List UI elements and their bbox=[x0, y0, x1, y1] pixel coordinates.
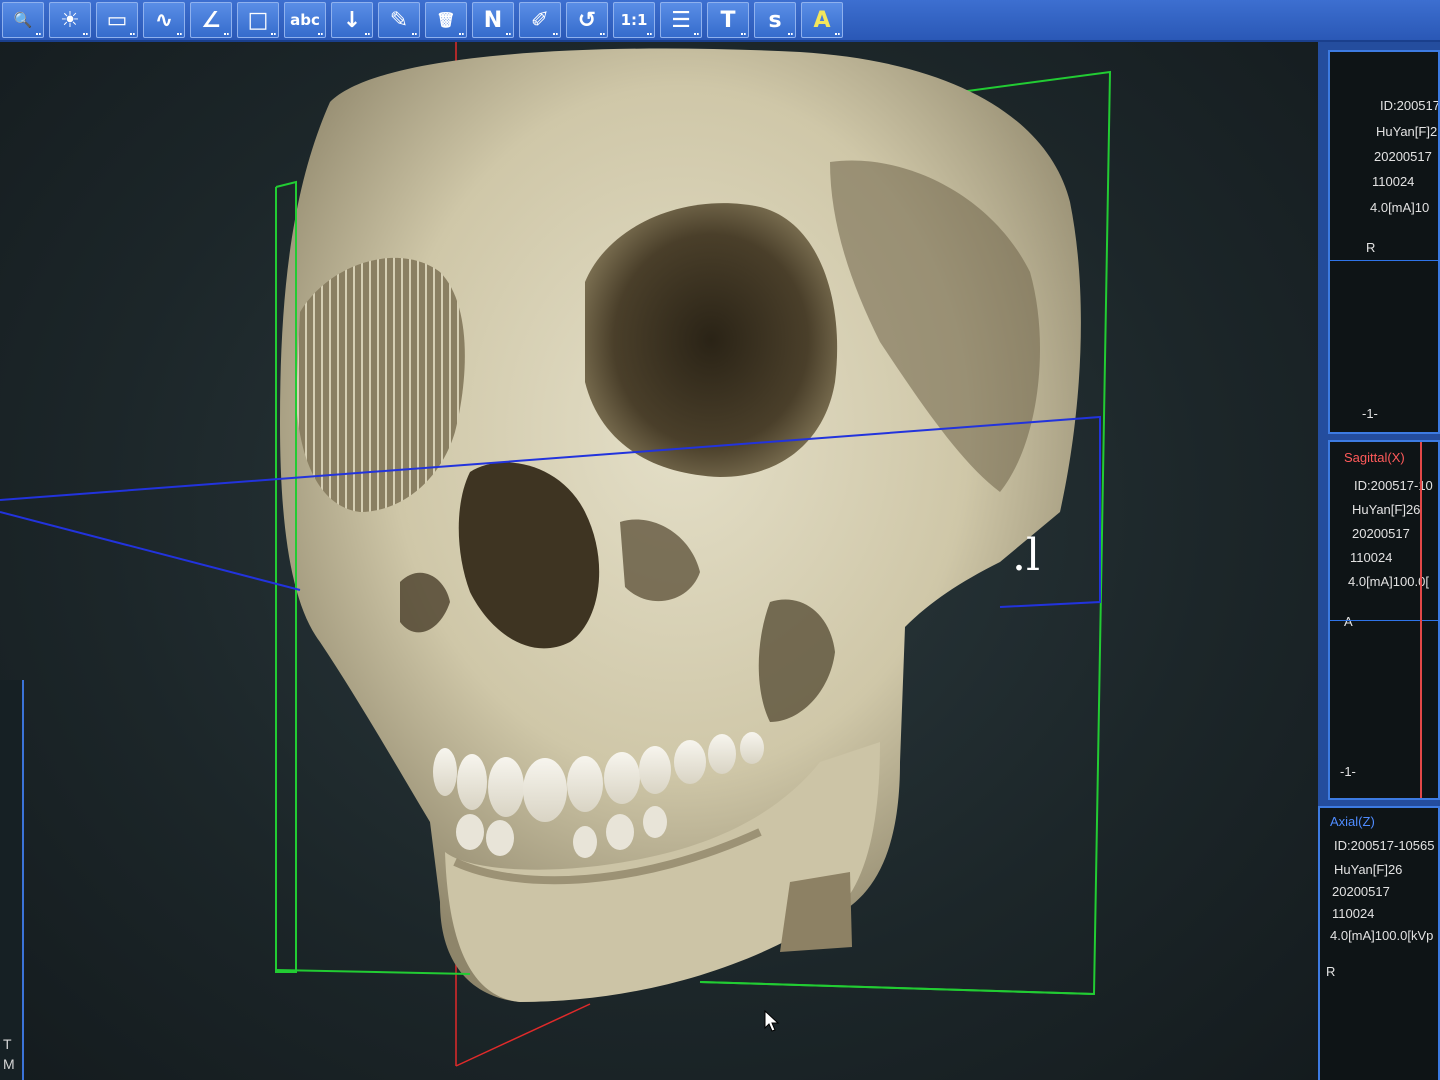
sagittal-date: 20200517 bbox=[1352, 526, 1410, 541]
pencil-tool-button[interactable]: ✎ bbox=[378, 2, 420, 38]
axial-view[interactable]: Axial(Z) ID:200517-10565 HuYan[F]26 2020… bbox=[1318, 806, 1440, 1080]
toolbar: 🔍 ☀ ▭ ∿ ∠ □ abc ↓ ✎ 🗑 N ✐ ↺ 1:1 ☰ Ts A bbox=[0, 0, 1440, 42]
s-tool-tool-button[interactable]: s bbox=[754, 2, 796, 38]
coronal-id: ID:200517 bbox=[1380, 98, 1440, 113]
sagittal-patient: HuYan[F]26 bbox=[1352, 502, 1421, 517]
sagittal-plane-edge bbox=[455, 1003, 591, 1067]
arrow-icon: ↓ bbox=[342, 7, 362, 33]
sagittal-view[interactable]: Sagittal(X) ID:200517-10 HuYan[F]26 2020… bbox=[1328, 440, 1440, 800]
coronal-time: 110024 bbox=[1372, 174, 1415, 189]
report-icon: ☰ bbox=[671, 7, 691, 33]
rectangle-tool-button[interactable]: □ bbox=[237, 2, 279, 38]
coronal-view[interactable]: ID:200517 HuYan[F]2 20200517 110024 4.0[… bbox=[1328, 50, 1440, 434]
coronal-exposure: 4.0[mA]10 bbox=[1370, 200, 1430, 215]
annotation-tool-button[interactable]: A bbox=[801, 2, 843, 38]
pen-tool-button[interactable]: ✐ bbox=[519, 2, 561, 38]
actual-size-tool-button[interactable]: 1:1 bbox=[613, 2, 655, 38]
text-label-icon: abc bbox=[290, 11, 320, 29]
pen-icon: ✐ bbox=[530, 7, 550, 33]
sagittal-exposure: 4.0[mA]100.0[ bbox=[1348, 574, 1429, 589]
left-strip-label-t: T bbox=[3, 1036, 12, 1052]
axial-id: ID:200517-10565 bbox=[1334, 838, 1435, 853]
text-label-tool-button[interactable]: abc bbox=[284, 2, 326, 38]
angle-icon: ∠ bbox=[201, 7, 221, 33]
annotation-icon: A bbox=[813, 7, 831, 33]
3d-volume-viewport[interactable]: .l bbox=[0, 42, 1318, 1080]
s-tool-icon: s bbox=[768, 7, 782, 33]
zoom-icon: 🔍 bbox=[13, 11, 33, 29]
side-views-panel: ID:200517 HuYan[F]2 20200517 110024 4.0[… bbox=[1318, 42, 1440, 1080]
vertebra bbox=[780, 872, 852, 952]
axial-patient: HuYan[F]26 bbox=[1334, 862, 1403, 877]
undo-icon: ↺ bbox=[577, 7, 597, 33]
curve-icon: ∿ bbox=[154, 7, 174, 33]
sagittal-time: 110024 bbox=[1350, 550, 1393, 565]
axial-time: 110024 bbox=[1332, 906, 1375, 921]
text-icon: T bbox=[720, 7, 736, 33]
brightness-icon: ☀ bbox=[60, 7, 80, 33]
zoom-tool-button[interactable]: 🔍 bbox=[2, 2, 44, 38]
ruler-tool-button[interactable]: ▭ bbox=[96, 2, 138, 38]
angle-tool-button[interactable]: ∠ bbox=[190, 2, 232, 38]
axial-date: 20200517 bbox=[1332, 884, 1390, 899]
axial-title: Axial(Z) bbox=[1330, 814, 1375, 829]
left-orbit bbox=[585, 203, 838, 477]
delete-icon: 🗑 bbox=[436, 11, 456, 29]
axial-exposure: 4.0[mA]100.0[kVp bbox=[1330, 928, 1434, 943]
rectangle-icon: □ bbox=[247, 7, 269, 33]
left-view-strip: T M bbox=[0, 680, 24, 1080]
text-tool-button[interactable]: T bbox=[707, 2, 749, 38]
axial-orientation: R bbox=[1326, 964, 1336, 979]
coronal-date: 20200517 bbox=[1374, 149, 1432, 164]
overlay-text: .l bbox=[1012, 530, 1041, 581]
actual-size-icon: 1:1 bbox=[620, 11, 648, 29]
sagittal-orientation: A bbox=[1344, 614, 1353, 629]
ruler-icon: ▭ bbox=[106, 7, 128, 33]
sagittal-scale: -1- bbox=[1340, 764, 1356, 779]
delete-tool-button[interactable]: 🗑 bbox=[425, 2, 467, 38]
brightness-tool-button[interactable]: ☀ bbox=[49, 2, 91, 38]
sagittal-title: Sagittal(X) bbox=[1344, 450, 1405, 465]
coronal-orientation: R bbox=[1366, 240, 1376, 255]
north-icon: N bbox=[483, 7, 503, 33]
coronal-patient: HuYan[F]2 bbox=[1376, 124, 1438, 139]
undo-tool-button[interactable]: ↺ bbox=[566, 2, 608, 38]
report-tool-button[interactable]: ☰ bbox=[660, 2, 702, 38]
skull-volume-render bbox=[0, 42, 1112, 1067]
left-strip-label-m: M bbox=[3, 1056, 15, 1072]
north-tool-button[interactable]: N bbox=[472, 2, 514, 38]
coronal-scale: -1- bbox=[1362, 406, 1378, 421]
pencil-icon: ✎ bbox=[389, 7, 409, 33]
curve-tool-button[interactable]: ∿ bbox=[143, 2, 185, 38]
arrow-tool-button[interactable]: ↓ bbox=[331, 2, 373, 38]
mouse-cursor-icon bbox=[764, 1010, 780, 1032]
